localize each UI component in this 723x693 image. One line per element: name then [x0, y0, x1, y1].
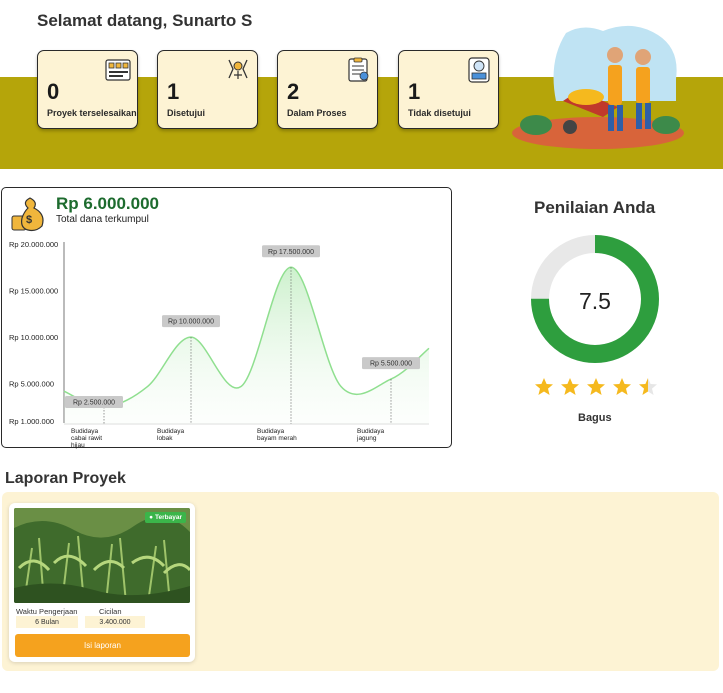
rating-gauge: 7.5: [531, 235, 659, 363]
paid-badge: ● Terbayar: [145, 512, 186, 523]
y-tick-label: Rp 15.000.000: [9, 287, 58, 296]
rating-stars: [534, 377, 658, 397]
duration-label: Waktu Pengerjaan: [16, 607, 78, 616]
star-icon: [561, 378, 579, 395]
completed-projects-icon: [105, 59, 131, 81]
globe-icon: ●: [149, 514, 154, 521]
data-label: Rp 5.500.000: [370, 361, 412, 368]
fill-report-button[interactable]: Isi laporan: [15, 634, 190, 657]
y-tick-label: Rp 1.000.000: [9, 417, 54, 426]
in-process-icon: [348, 57, 369, 82]
rating-score: 7.5: [579, 288, 611, 314]
stat-value: 0: [47, 79, 60, 104]
x-category-label: Budidaya cabai rawit hijau: [71, 428, 102, 449]
stat-value: 1: [167, 79, 180, 104]
stat-card-completed[interactable]: 0 Proyek terselesaikan: [37, 50, 138, 129]
stat-card-in-process[interactable]: 2 Dalam Proses: [277, 50, 378, 129]
installment-label: Cicilan: [99, 607, 122, 616]
rating-title: Penilaian Anda: [534, 198, 656, 217]
reports-title: Laporan Proyek: [5, 470, 126, 487]
stat-label: Proyek terselesaikan: [47, 108, 137, 118]
star-icon: [535, 378, 553, 395]
project-photo: ● Terbayar: [14, 508, 190, 603]
farmers-illustration: [512, 25, 684, 149]
rating-word: Bagus: [578, 412, 612, 424]
star-icon: [613, 378, 631, 395]
star-icon: [587, 378, 605, 395]
data-label: Rp 17.500.000: [268, 249, 314, 256]
stat-value: 2: [287, 79, 300, 104]
data-label: Rp 10.000.000: [168, 319, 214, 326]
star-icon: [639, 378, 657, 395]
fund-chart-card: $ Rp 6.000.000 Total dana terkumpul Rp 1…: [1, 187, 452, 449]
x-category-label: Budidaya jagung: [356, 428, 384, 442]
welcome-title: Selamat datang, Sunarto S: [37, 11, 253, 30]
data-label: Rp 2.500.000: [73, 400, 115, 407]
dashboard-page: Selamat datang, Sunarto S 0 Proyek terse…: [0, 0, 723, 693]
x-category-label: Budidaya lobak: [157, 428, 184, 442]
x-category-label: Budidaya bayam merah: [257, 428, 297, 442]
approved-icon: [228, 59, 248, 79]
stat-card-approved[interactable]: 1 Disetujui: [157, 50, 258, 129]
fund-area-chart: Rp 1.000.000 Rp 5.000.000 Rp 10.000.000 Rp …: [9, 240, 430, 449]
project-card[interactable]: ● Terbayar Waktu Pengerjaan Cicilan 6 Bu…: [9, 503, 195, 662]
stat-label: Dalam Proses: [287, 108, 347, 118]
rejected-icon: [468, 57, 490, 83]
duration-value: 6 Bulan: [16, 616, 78, 628]
stat-card-rejected[interactable]: 1 Tidak disetujui: [398, 50, 499, 129]
stat-value: 1: [408, 79, 421, 104]
stat-label: Disetujui: [167, 108, 206, 118]
y-tick-label: Rp 20.000.000: [9, 240, 58, 249]
y-tick-label: Rp 5.000.000: [9, 380, 54, 389]
stat-label: Tidak disetujui: [408, 108, 471, 118]
y-tick-label: Rp 10.000.000: [9, 333, 58, 342]
installment-value: 3.400.000: [85, 616, 145, 628]
